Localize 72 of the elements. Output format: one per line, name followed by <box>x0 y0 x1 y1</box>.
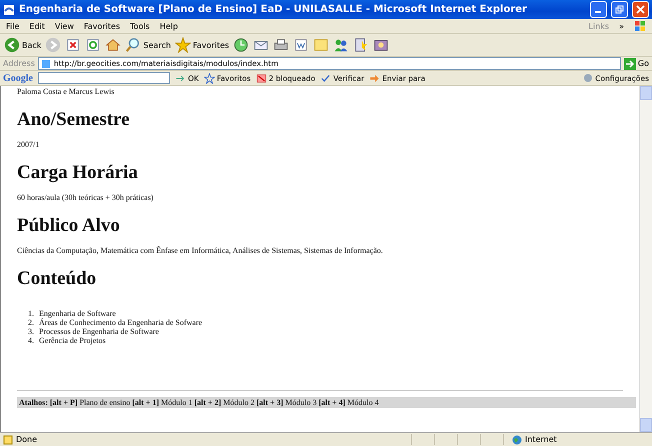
star-icon <box>204 72 215 84</box>
menu-item[interactable]: File <box>6 22 20 30</box>
close-icon <box>636 5 645 14</box>
authors-text: Paloma Costa e Marcus Lewis <box>17 87 116 96</box>
blocked-icon <box>256 72 267 84</box>
globe-icon <box>512 434 522 444</box>
section-heading: Carga Horária <box>17 162 139 184</box>
back-button[interactable]: Back <box>4 37 42 53</box>
menu-item[interactable]: Favorites <box>84 22 120 30</box>
restore-icon <box>615 5 624 14</box>
close-button[interactable] <box>632 1 649 18</box>
minimize-button[interactable] <box>590 1 607 18</box>
section-text: 2007/1 <box>17 140 40 149</box>
print-button[interactable] <box>273 37 290 53</box>
messenger-button[interactable] <box>333 37 350 53</box>
search-field[interactable] <box>38 72 170 84</box>
card-icon <box>373 37 390 53</box>
home-button[interactable] <box>105 37 122 53</box>
list-item: Processos de Engenharia de Software <box>39 327 159 336</box>
people-button[interactable] <box>373 37 390 53</box>
printer-icon <box>273 37 290 53</box>
list-item: Engenharia de Software <box>39 309 116 318</box>
word-button[interactable] <box>293 37 310 53</box>
home-icon <box>105 37 122 53</box>
note-icon <box>313 37 330 53</box>
window-title: Engenharia de Software [Plano de Ensino] EaD - UNILASALLE - Microsoft Internet Explorer <box>19 4 528 15</box>
menu-item[interactable]: Edit <box>29 22 45 30</box>
history-button[interactable] <box>233 37 250 53</box>
refresh-icon <box>85 37 102 53</box>
menu-item[interactable]: View <box>54 22 74 30</box>
address-label: Address <box>3 59 35 68</box>
circle-icon <box>583 73 594 83</box>
section-heading: Ano/Semestre <box>17 109 131 131</box>
menu-item[interactable]: Tools <box>130 22 150 30</box>
menu-item[interactable]: Help <box>160 22 178 30</box>
restore-button[interactable] <box>611 1 628 18</box>
scrollbar[interactable] <box>639 86 652 432</box>
list-number: 2. <box>27 318 34 327</box>
list-number: 1. <box>27 309 34 318</box>
zone-text: Internet <box>525 435 557 444</box>
chevron-button[interactable]: » <box>619 22 624 30</box>
list-item: Áreas de Conhecimento da Engenharia de Sofware <box>39 318 202 327</box>
page-icon <box>3 434 13 444</box>
google-logo: Google <box>3 72 33 84</box>
refresh-button[interactable] <box>85 37 102 53</box>
status-text: Done <box>16 435 38 444</box>
checkmark-icon <box>320 72 332 84</box>
research-button[interactable] <box>353 37 370 53</box>
clock-icon <box>233 37 250 53</box>
document-icon <box>293 37 310 53</box>
list-number: 4. <box>27 336 34 345</box>
shortcuts-bar: Atalhos: [alt + P] Plano de ensino [alt + 1] Módulo 1 [alt + 2] Módulo 2 [alt + 3] Módulo 3 [alt + 4] Módulo 4 <box>17 397 636 408</box>
browser-icon <box>3 4 15 16</box>
section-heading: Conteúdo <box>17 268 98 290</box>
section-text: 60 horas/aula (30h teóricas + 30h práticas) <box>17 193 154 202</box>
search-icon <box>125 37 142 53</box>
stop-button[interactable] <box>65 37 82 53</box>
favorites-button[interactable]: Favorites <box>174 37 230 53</box>
stop-icon <box>65 37 82 53</box>
search-button[interactable]: Search <box>125 37 171 53</box>
star-icon <box>174 37 191 53</box>
windows-logo-icon <box>634 20 646 32</box>
arrow-icon <box>369 72 380 84</box>
section-text: Ciências da Computação, Matemática com Ênfase em Informática, Análises de Sistemas, Sistemas de Informação. <box>17 246 384 255</box>
people-icon <box>333 37 350 53</box>
go-button[interactable]: Go <box>624 58 649 70</box>
list-number: 3. <box>27 327 34 336</box>
section-heading: Público Alvo <box>17 215 121 237</box>
book-icon <box>353 37 370 53</box>
page-icon <box>40 58 51 68</box>
list-item: Gerência de Projetos <box>39 336 106 345</box>
go-arrow-icon <box>624 58 636 70</box>
